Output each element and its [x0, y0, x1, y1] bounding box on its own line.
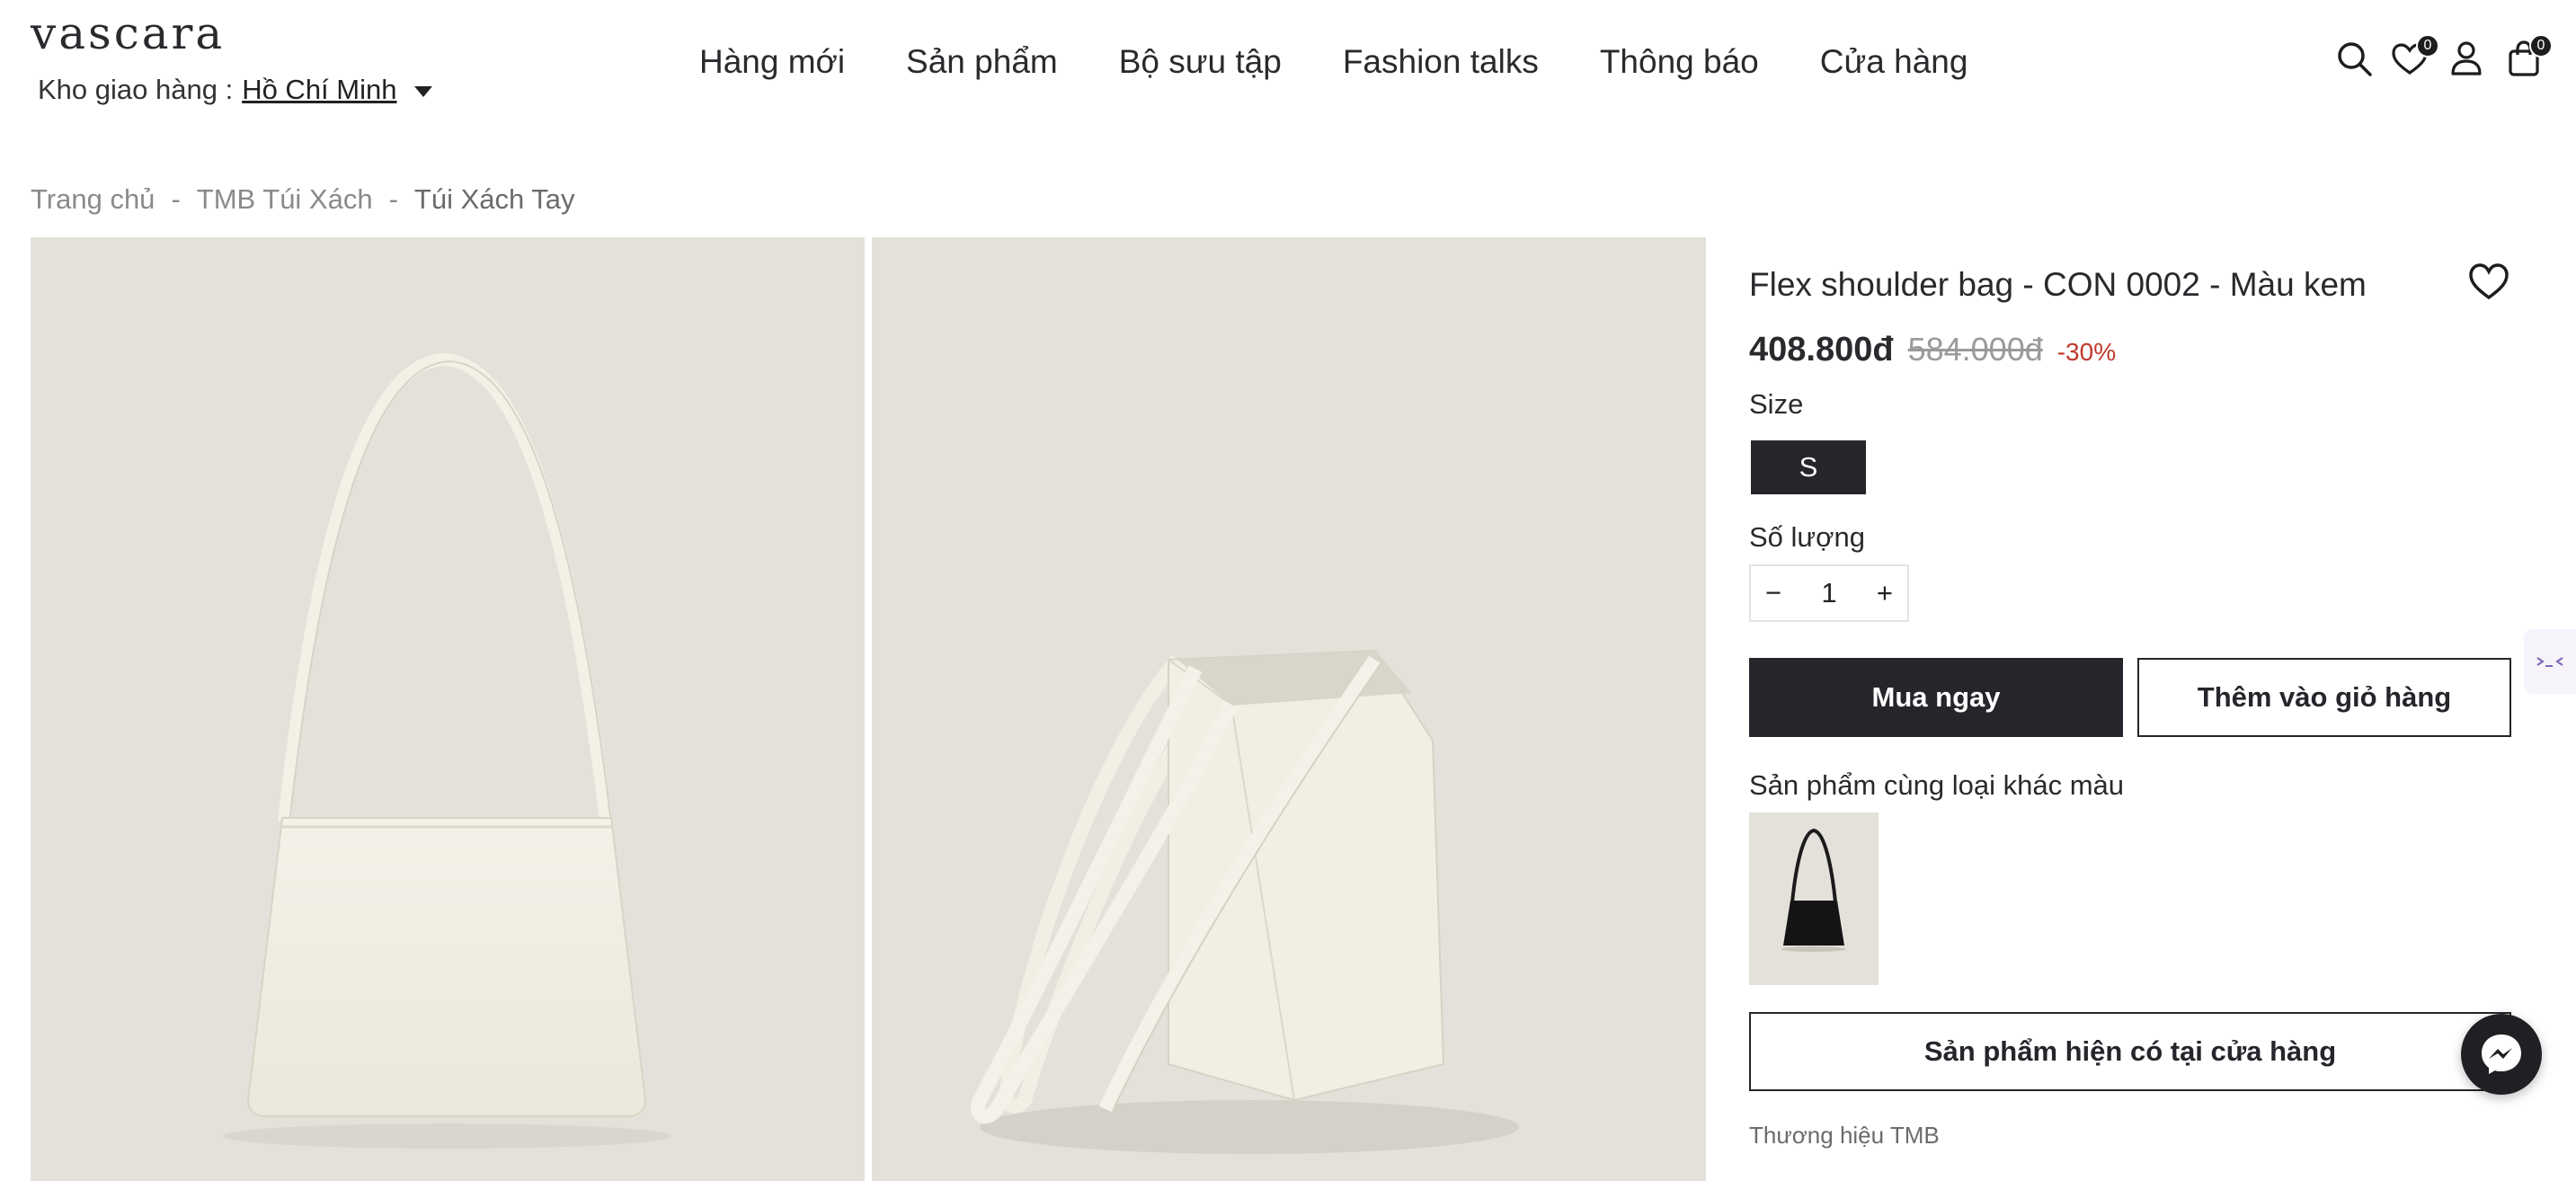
color-variant-black[interactable] [1749, 812, 1879, 985]
product-title: Flex shoulder bag - CON 0002 - Màu kem [1749, 266, 2367, 303]
buy-now-button[interactable]: Mua ngay [1749, 658, 2123, 737]
breadcrumb-separator: - [388, 183, 398, 215]
quantity-label: Số lượng [1749, 521, 1865, 553]
nav-item-collections[interactable]: Bộ sưu tập [1119, 43, 1282, 81]
side-widget-tab[interactable] [2524, 629, 2576, 694]
other-colors-label: Sản phẩm cùng loại khác màu [1749, 769, 2125, 801]
sale-price: 408.800đ [1749, 331, 1894, 369]
decrease-quantity-button[interactable]: − [1765, 577, 1781, 609]
breadcrumb-current[interactable]: Túi Xách Tay [414, 183, 575, 216]
size-option-s[interactable]: S [1751, 440, 1866, 494]
nav-item-stores[interactable]: Cửa hàng [1820, 43, 1968, 81]
messenger-chat-button[interactable] [2461, 1014, 2542, 1095]
product-image-front[interactable] [31, 237, 865, 1181]
cart-count-badge: 0 [2529, 34, 2553, 58]
nav-item-new[interactable]: Hàng mới [699, 43, 845, 81]
wishlist-count-badge: 0 [2416, 34, 2439, 58]
warehouse-city[interactable]: Hồ Chí Minh [242, 74, 396, 106]
price-row: 408.800đ 584.000đ -30% [1749, 331, 2116, 369]
warehouse-selector[interactable]: Kho giao hàng : Hồ Chí Minh [38, 74, 433, 106]
nav-item-products[interactable]: Sản phẩm [906, 43, 1058, 81]
brand-label: Thương hiệu TMB [1749, 1122, 1940, 1149]
add-to-cart-button[interactable]: Thêm vào giỏ hàng [2137, 658, 2511, 737]
discount-badge: -30% [2056, 338, 2117, 366]
add-to-wishlist-button[interactable] [2468, 262, 2509, 302]
breadcrumb-separator: - [171, 183, 181, 215]
store-availability-button[interactable]: Sản phẩm hiện có tại cửa hàng [1749, 1012, 2511, 1091]
main-nav: Hàng mới Sản phẩm Bộ sưu tập Fashion tal… [699, 43, 1968, 81]
nav-item-fashion-talks[interactable]: Fashion talks [1343, 43, 1539, 81]
messenger-icon [2482, 1034, 2521, 1074]
brand-logo[interactable]: vascara [31, 7, 225, 59]
breadcrumb-category[interactable]: TMB Túi Xách [197, 183, 373, 216]
search-icon[interactable] [2335, 40, 2375, 79]
original-price: 584.000đ [1907, 331, 2043, 368]
heart-icon [2469, 263, 2509, 300]
user-icon[interactable] [2448, 40, 2488, 79]
nav-item-notifications[interactable]: Thông báo [1600, 43, 1759, 81]
size-label: Size [1749, 388, 1804, 420]
increase-quantity-button[interactable]: + [1877, 577, 1893, 609]
breadcrumb: Trang chủ - TMB Túi Xách - Túi Xách Tay [31, 183, 575, 216]
quantity-value[interactable]: 1 [1821, 577, 1836, 609]
warehouse-label: Kho giao hàng : [38, 74, 234, 105]
product-image-angle[interactable] [872, 237, 1706, 1181]
caret-down-icon[interactable] [414, 86, 433, 97]
breadcrumb-home[interactable]: Trang chủ [31, 183, 155, 216]
quantity-stepper: − 1 + [1749, 564, 1909, 622]
code-icon [2536, 657, 2563, 667]
